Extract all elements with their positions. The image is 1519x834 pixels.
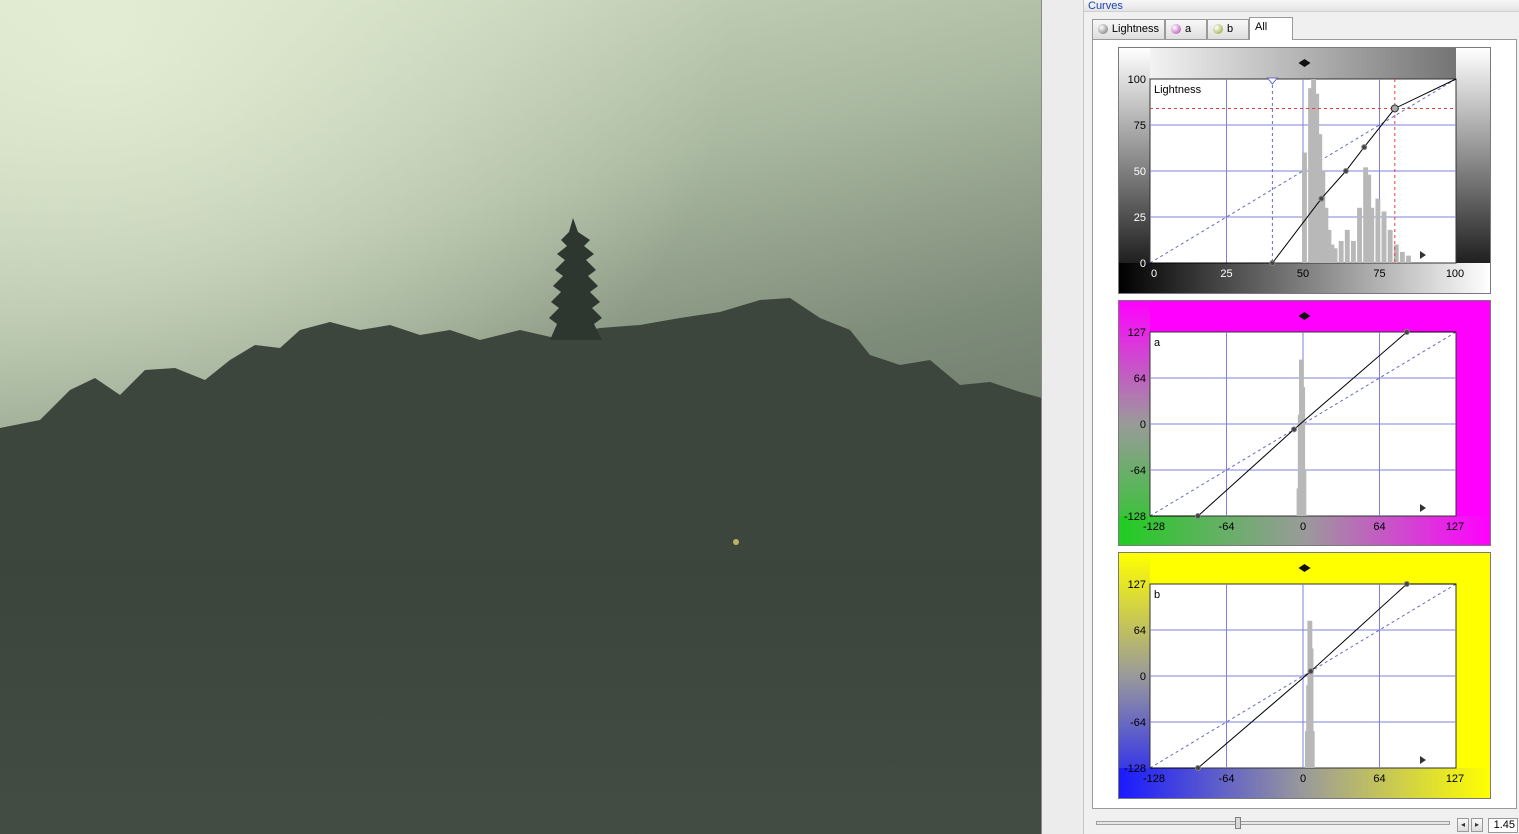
zoom-slider-thumb[interactable]: [1235, 817, 1241, 829]
x-tick-label: -64: [1219, 521, 1235, 533]
curve-control-point: [1195, 765, 1201, 771]
b-curve-box: -128 -64 0 64 127 127 64 0 -64 -128 b: [1118, 552, 1491, 799]
histogram-bar: [1344, 229, 1350, 263]
x-tick-label: 64: [1373, 773, 1385, 785]
y-tick-label: -128: [1124, 511, 1146, 523]
curve-channel-label: a: [1154, 337, 1161, 349]
panel-splitter[interactable]: [1042, 0, 1084, 834]
y-tick-label: 75: [1134, 120, 1146, 132]
y-tick-label: 64: [1134, 625, 1146, 637]
curve-control-point: [1195, 513, 1201, 519]
lightness-curve-box: 0 25 50 75 100 100 75 50 25 0 Lightness: [1118, 47, 1491, 294]
y-tick-label: 0: [1140, 671, 1146, 683]
histogram-bar: [1332, 248, 1338, 263]
x-tick-label: 64: [1373, 521, 1385, 533]
histogram-bar: [1406, 255, 1411, 263]
tab-label: Lightness: [1111, 23, 1159, 35]
y-tick-label: -64: [1130, 465, 1146, 477]
photo-preview: [0, 0, 1041, 834]
histogram-bar: [1338, 240, 1344, 263]
histogram-bar: [1350, 240, 1356, 263]
a-channel-icon: [1171, 24, 1181, 34]
x-tick-label: 127: [1446, 773, 1464, 785]
x-tick-label: 0: [1300, 521, 1306, 533]
x-tick-label: 50: [1297, 268, 1309, 280]
selected-control-point: [1390, 104, 1399, 113]
y-tick-label: 127: [1128, 327, 1146, 339]
panel-title: Curves: [1088, 0, 1123, 12]
y-tick-label: 100: [1128, 74, 1146, 86]
curve-control-point: [1307, 668, 1314, 675]
image-viewer[interactable]: [0, 0, 1042, 834]
curve-channel-label: b: [1154, 589, 1160, 601]
tab-lightness[interactable]: Lightness: [1092, 19, 1165, 39]
y-tick-label: 50: [1134, 166, 1146, 178]
a-curve-box: -128 -64 0 64 127 127 64 0 -64 -128 a: [1118, 300, 1491, 546]
y-tick-label: 0: [1140, 258, 1146, 270]
x-tick-label: 25: [1220, 268, 1232, 280]
x-tick-label: -128: [1143, 773, 1165, 785]
lightness-curve-editor[interactable]: 0 25 50 75 100 100 75 50 25 0 Lightness: [1119, 48, 1490, 293]
y-tick-label: 25: [1134, 212, 1146, 224]
x-tick-label: 100: [1446, 268, 1464, 280]
histogram-bar: [1302, 152, 1307, 263]
tab-label: b: [1227, 23, 1234, 35]
curves-tab-body: 0 25 50 75 100 100 75 50 25 0 Lightness -128 -64 0 64…: [1092, 39, 1517, 809]
histogram-bar: [1357, 207, 1362, 263]
y-tick-label: -64: [1130, 717, 1146, 729]
curve-channel-label: Lightness: [1154, 84, 1202, 96]
y-tick-label: 64: [1134, 373, 1146, 385]
zoom-value[interactable]: 1.45: [1488, 818, 1518, 833]
x-tick-label: -64: [1219, 773, 1235, 785]
histogram-bar: [1381, 211, 1387, 263]
zoom-slider[interactable]: [1096, 821, 1450, 825]
tab-all[interactable]: All: [1249, 17, 1293, 40]
x-tick-label: -128: [1143, 521, 1165, 533]
histogram-bar: [1369, 207, 1375, 263]
frame-right: [1456, 48, 1490, 293]
y-tick-label: 127: [1128, 579, 1146, 591]
curves-panel: Curves Lightness a b All 0 25 50 75 100 100 75…: [1084, 0, 1519, 834]
histogram-bar: [1309, 731, 1315, 768]
b-channel-icon: [1213, 24, 1223, 34]
tab-b[interactable]: b: [1207, 19, 1249, 39]
curve-control-point: [1403, 581, 1410, 587]
histogram-bar: [1387, 229, 1393, 263]
panel-title-bar: [1084, 0, 1519, 12]
x-tick-label: 0: [1151, 268, 1157, 280]
scroll-right-button[interactable]: ▸: [1471, 818, 1483, 832]
lightness-channel-icon: [1098, 24, 1108, 34]
b-curve-editor[interactable]: -128 -64 0 64 127 127 64 0 -64 -128 b: [1119, 553, 1490, 798]
histogram-bar: [1399, 251, 1405, 263]
curve-control-point: [1342, 168, 1349, 174]
tab-label: a: [1185, 23, 1192, 35]
curve-control-point: [1403, 329, 1410, 335]
x-tick-label: 127: [1446, 521, 1464, 533]
histogram-bar: [1301, 470, 1307, 516]
curve-control-point: [1318, 195, 1325, 202]
a-curve-editor[interactable]: -128 -64 0 64 127 127 64 0 -64 -128 a: [1119, 301, 1490, 545]
scroll-left-button[interactable]: ◂: [1457, 818, 1469, 832]
y-tick-label: 0: [1140, 419, 1146, 431]
tab-label: All: [1255, 21, 1268, 33]
y-tick-label: -128: [1124, 763, 1146, 775]
x-tick-label: 0: [1300, 773, 1306, 785]
x-tick-label: 75: [1373, 268, 1385, 280]
curve-control-point: [1361, 144, 1368, 151]
zoom-bar: ◂ ▸ 1.45: [1092, 815, 1519, 834]
histogram-bar: [1375, 198, 1381, 263]
tab-a[interactable]: a: [1165, 19, 1207, 39]
curve-control-point: [1291, 426, 1297, 433]
